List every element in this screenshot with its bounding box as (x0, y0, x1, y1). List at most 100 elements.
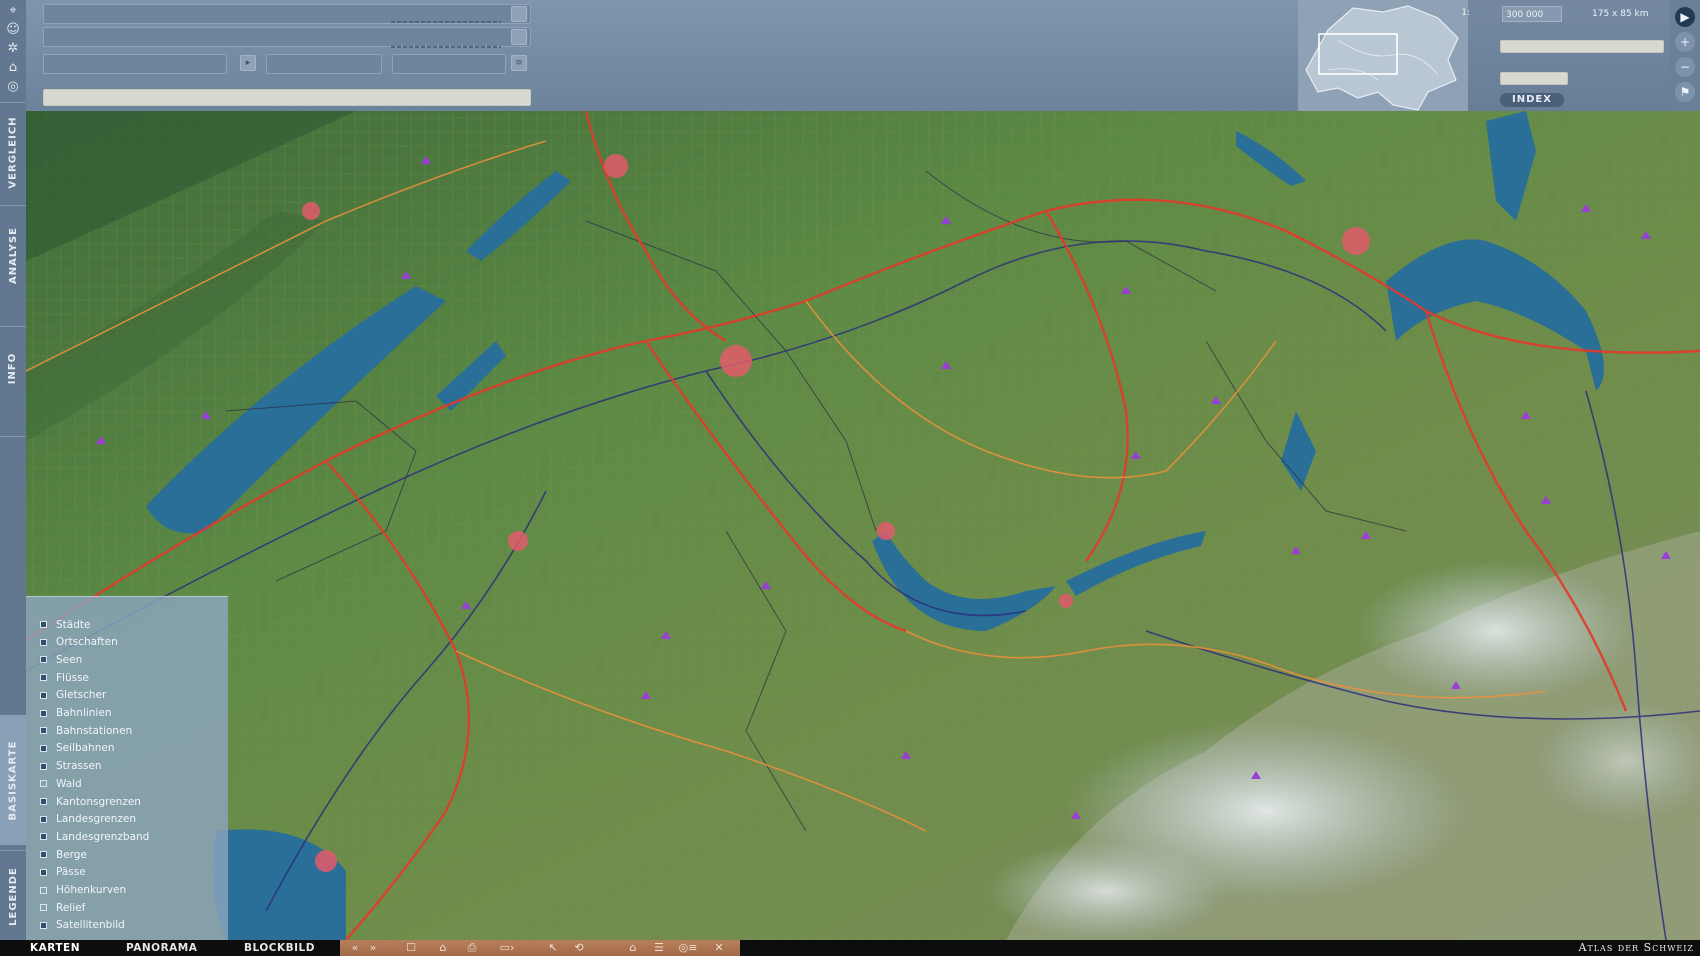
legend-checkbox[interactable] (40, 674, 47, 682)
index-button[interactable]: INDEX (1500, 93, 1564, 107)
legend-item[interactable]: Kantonsgrenzen (40, 793, 141, 810)
tab-karten[interactable]: KARTEN (30, 940, 80, 956)
prev-icon[interactable]: « (348, 941, 362, 955)
lock-icon[interactable]: ⌂ (436, 941, 450, 955)
play-small-icon[interactable]: ▸ (240, 55, 256, 71)
legend-checkbox[interactable] (40, 762, 47, 770)
legend-checkbox[interactable] (40, 638, 47, 646)
brand-logo: Atlas der Schweiz (1578, 941, 1694, 954)
legend-checkbox[interactable] (40, 744, 47, 752)
rotate-icon[interactable]: ⟲ (572, 941, 586, 955)
legend-checkbox[interactable] (40, 851, 47, 859)
map-extent: 175 x 85 km (1592, 9, 1649, 19)
home-icon[interactable]: ⌂ (626, 941, 640, 955)
search-field-2[interactable] (43, 27, 531, 47)
legend-item[interactable]: Berge (40, 846, 87, 863)
tab-panorama[interactable]: PANORAMA (126, 940, 197, 956)
layers-icon[interactable]: ◎ (3, 78, 23, 96)
city-bienne[interactable] (302, 202, 320, 220)
legend-item[interactable]: Satellitenbild (40, 917, 125, 934)
legend-checkbox[interactable] (40, 904, 47, 912)
legend-item[interactable]: Relief (40, 899, 85, 916)
legend-item-label: Gletscher (56, 689, 107, 702)
legend-checkbox[interactable] (40, 621, 47, 628)
legend-item-label: Seen (56, 653, 83, 666)
coordinate-field-x[interactable] (43, 54, 227, 74)
legend-item[interactable]: Wald (40, 775, 82, 792)
next-icon[interactable]: » (366, 941, 380, 955)
legend-item[interactable]: Seilbahnen (40, 740, 114, 757)
coordinate-field-z[interactable] (392, 54, 506, 74)
legend-item-label: Bahnstationen (56, 724, 133, 737)
tab-info[interactable]: INFO (0, 328, 26, 408)
city-thun[interactable] (877, 522, 895, 540)
city-lausanne[interactable] (315, 850, 337, 872)
search-field-1-hint (391, 21, 501, 23)
measure-icon[interactable]: ▭› (496, 941, 518, 955)
overview-map[interactable] (1298, 0, 1468, 111)
navigation-strip: « » ☐ ⌂ ⎙ ▭› ↖ ⟲ ⌂ ☰ ◎≡ ✕ (340, 940, 740, 956)
legend-checkbox[interactable] (40, 798, 47, 805)
search-field-1-button[interactable] (511, 6, 527, 22)
list-icon[interactable]: ☰ (652, 941, 666, 955)
legend-item[interactable]: Seen (40, 651, 82, 668)
building-icon[interactable]: ⌂ (3, 59, 23, 77)
legend-item-label: Satellitenbild (56, 919, 125, 932)
search-field-2-button[interactable] (511, 29, 527, 45)
people-icon[interactable]: ☺ (3, 21, 23, 39)
legend-checkbox[interactable] (40, 656, 47, 664)
settings-icon[interactable]: ◎≡ (678, 941, 698, 955)
scale-preset-field[interactable] (1500, 72, 1568, 85)
result-field[interactable] (43, 89, 531, 106)
legend-checkbox[interactable] (40, 709, 47, 717)
scale-slider[interactable] (1500, 40, 1664, 53)
play-icon[interactable]: ▶ (1675, 7, 1695, 27)
legend-checkbox[interactable] (40, 815, 47, 823)
scale-input[interactable]: 300 000 (1502, 6, 1562, 22)
city-lucerne[interactable] (1342, 227, 1370, 255)
tab-basiskarte[interactable]: BASISKARTE (0, 715, 26, 845)
legend-checkbox[interactable] (40, 691, 47, 699)
tab-basiskarte-label: BASISKARTE (7, 740, 19, 820)
legend-checkbox[interactable] (40, 780, 47, 788)
legend-item[interactable]: Flüsse (40, 669, 89, 686)
tab-legende[interactable]: LEGENDE (0, 852, 26, 940)
tab-vergleich[interactable]: VERGLEICH (0, 104, 26, 200)
cursor-icon[interactable]: ↖ (546, 941, 560, 955)
legend-item[interactable]: Landesgrenzband (40, 828, 149, 845)
legend-checkbox[interactable] (40, 833, 47, 841)
map-canvas[interactable] (26, 111, 1700, 940)
tab-analyse[interactable]: ANALYSE (0, 207, 26, 303)
legend-item[interactable]: Pässe (40, 864, 86, 881)
print-icon[interactable]: ⎙ (464, 941, 480, 955)
legend-item[interactable]: Bahnstationen (40, 722, 132, 739)
city-bern[interactable] (720, 345, 752, 377)
flag-icon[interactable]: ⚑ (1675, 82, 1695, 102)
legend-item[interactable]: Landesgrenzen (40, 811, 136, 828)
legend-item-label: Wald (56, 777, 82, 790)
legend-checkbox[interactable] (40, 921, 47, 929)
settings-icon[interactable]: ✲ (3, 40, 23, 58)
zoom-out-icon[interactable]: − (1675, 57, 1695, 77)
pointer-icon[interactable]: ☐ (404, 941, 418, 955)
legend-checkbox[interactable] (40, 886, 47, 894)
tab-blockbild[interactable]: BLOCKBILD (244, 940, 315, 956)
legend-item-label: Höhenkurven (56, 884, 127, 896)
legend-item[interactable]: Höhenkurven (40, 882, 126, 899)
legend-checkbox[interactable] (40, 727, 47, 735)
legend-item[interactable]: Ortschaften (40, 634, 118, 651)
zoom-in-icon[interactable]: + (1675, 32, 1695, 52)
close-icon[interactable]: ✕ (712, 941, 726, 955)
city-interlaken[interactable] (1059, 594, 1073, 608)
legend-item[interactable]: Gletscher (40, 687, 106, 704)
legend-item[interactable]: Bahnlinien (40, 705, 111, 722)
city-solothurn[interactable] (604, 154, 628, 178)
map-pin-icon[interactable]: ⌖ (3, 2, 23, 20)
city-fribourg[interactable] (508, 531, 528, 551)
legend-item[interactable]: Städte (40, 616, 90, 633)
list-small-icon[interactable]: ≡ (511, 55, 527, 71)
coordinate-field-y[interactable] (266, 54, 382, 74)
legend-checkbox[interactable] (40, 868, 47, 876)
legend-item[interactable]: Strassen (40, 758, 102, 775)
legend-item-label: Landesgrenzband (56, 830, 150, 843)
